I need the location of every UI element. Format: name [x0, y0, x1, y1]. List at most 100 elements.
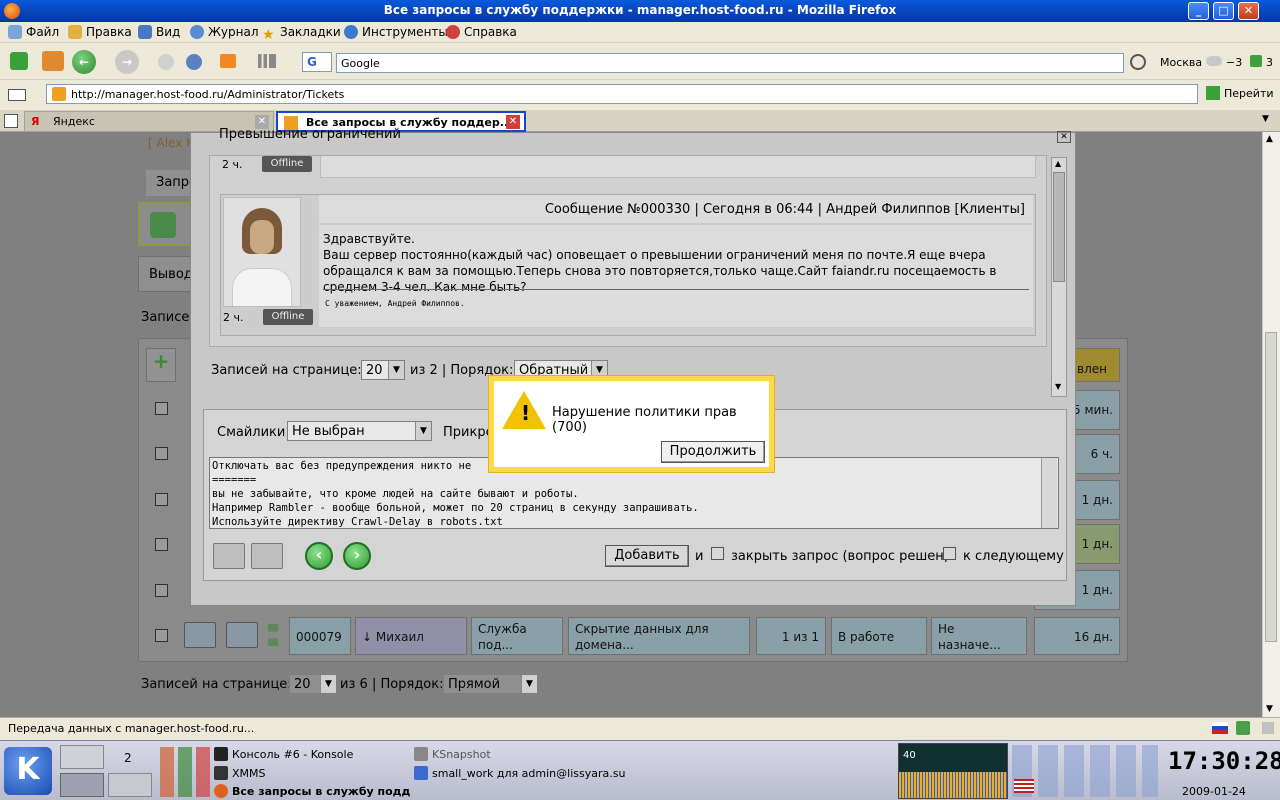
bg-user-link[interactable]: [ Alex K	[148, 136, 194, 150]
messages-scrollbar[interactable]: ▲ ▼	[1051, 157, 1067, 397]
info-icon[interactable]	[184, 622, 216, 648]
tools-icon	[344, 25, 358, 39]
row-checkbox[interactable]	[155, 402, 168, 415]
add-icon[interactable]	[150, 212, 176, 238]
prev-arrow-icon[interactable]: ‹	[305, 542, 333, 570]
taskbar: K 2 Консоль #6 - Konsole XMMS Все запрос…	[0, 740, 1280, 800]
scroll-up-icon[interactable]: ▲	[1266, 134, 1273, 144]
reply-scrollbar[interactable]	[1041, 458, 1057, 528]
show-desktop-icon[interactable]	[60, 745, 104, 769]
rss-icon[interactable]	[220, 54, 236, 68]
task-firefox[interactable]: Все запросы в службу подде	[214, 784, 410, 798]
view-icon	[138, 25, 152, 39]
avatar-face	[250, 220, 274, 254]
firefox-launcher[interactable]	[60, 773, 104, 797]
reload-icon[interactable]	[10, 52, 28, 70]
chat-icon[interactable]	[186, 54, 202, 70]
go-button[interactable]: Перейти	[1206, 86, 1274, 100]
scroll-down-icon[interactable]: ▼	[1266, 704, 1273, 714]
row-checkbox[interactable]	[155, 493, 168, 506]
ticket-age: 16 дн.	[1034, 617, 1120, 655]
smileys-label: Смайлики	[217, 425, 286, 440]
close-button[interactable]: ✕	[1238, 2, 1259, 20]
tab-bar: Я Яндекс ✕ Все запросы в службу поддер..…	[0, 110, 1280, 132]
desktop-pager[interactable]: 2	[124, 751, 132, 765]
ticket-department: Служба под...	[471, 617, 563, 655]
task-ksnapshot[interactable]: KSnapshot	[414, 747, 491, 761]
page-scrollbar[interactable]: ▲ ▼	[1262, 132, 1280, 717]
scroll-up-icon[interactable]: ▲	[1055, 159, 1061, 168]
template-icon[interactable]	[251, 543, 283, 569]
ticket-dialog: Превышение ограничений ✕ 2 ч. Offline Со…	[190, 127, 1076, 606]
url-field[interactable]: http://manager.host-food.ru/Administrato…	[46, 84, 1198, 104]
mail-icon[interactable]	[8, 89, 26, 101]
menu-bar: Файл Правка Вид Журнал ★ Закладки Инструм…	[0, 22, 1280, 43]
scroll-down-icon[interactable]: ▼	[1055, 382, 1061, 391]
menu-view[interactable]: Вид	[138, 25, 180, 39]
clock[interactable]: 17:30:28	[1168, 747, 1280, 775]
minimize-button[interactable]: _	[1188, 2, 1209, 20]
magnifier-icon[interactable]	[1130, 54, 1146, 70]
avatar	[223, 197, 301, 307]
task-mail[interactable]: small_work для admin@lissyara.su	[414, 766, 625, 780]
user-status: Offline	[262, 156, 312, 172]
bg-per-page-select[interactable]: 20 ▼	[289, 674, 337, 694]
window-title: Все запросы в службу поддержки - manager…	[383, 3, 897, 17]
forward-icon[interactable]: →	[115, 50, 139, 74]
task-konsole[interactable]: Консоль #6 - Konsole	[214, 747, 353, 761]
menu-bookmarks[interactable]: ★ Закладки	[262, 25, 341, 42]
us-flag-icon[interactable]	[1014, 779, 1034, 793]
menu-file[interactable]: Файл	[8, 25, 59, 39]
messages-panel: 2 ч. Offline Сообщение №000330 | Сегодня…	[209, 155, 1047, 347]
tab-list-icon[interactable]	[4, 114, 18, 128]
menu-history[interactable]: Журнал	[190, 25, 259, 39]
ticket-assignee: Не назначе...	[931, 617, 1027, 655]
addon-icon[interactable]	[1236, 721, 1250, 735]
smileys-select[interactable]: Не выбран ▼	[287, 421, 432, 441]
ticket-user[interactable]: ↓ Михаил	[355, 617, 467, 655]
menu-tools[interactable]: Инструменты	[344, 25, 448, 39]
dialog-per-page-select[interactable]: 20 ▼	[361, 360, 405, 380]
search-input[interactable]: Google	[336, 53, 1124, 73]
next-ticket-checkbox[interactable]	[943, 547, 956, 560]
search-engine-icon[interactable]: G	[302, 52, 332, 72]
next-arrow-icon[interactable]: ›	[343, 542, 371, 570]
ticket-subject[interactable]: Скрытие данных для домена...	[568, 617, 750, 655]
add-button[interactable]: Добавить	[605, 545, 689, 567]
scroll-thumb[interactable]	[1265, 332, 1277, 642]
menu-edit[interactable]: Правка	[68, 25, 132, 39]
bg-add-icon[interactable]: +	[146, 348, 176, 382]
status-bar: Передача данных с manager.host-food.ru..…	[0, 717, 1280, 739]
help-icon	[446, 25, 460, 39]
window-icon[interactable]	[226, 622, 258, 648]
firefox-icon	[214, 784, 228, 798]
dialog-close-icon[interactable]: ✕	[1057, 131, 1071, 143]
menu-help[interactable]: Справка	[446, 25, 517, 39]
maximize-button[interactable]: □	[1213, 2, 1234, 20]
row-checkbox[interactable]	[155, 447, 168, 460]
message-body	[320, 156, 1036, 178]
tab-scroll-icon[interactable]: ▼	[1262, 114, 1269, 124]
tab-close-icon[interactable]: ✕	[506, 115, 520, 129]
xmms-icon	[214, 766, 228, 780]
close-ticket-checkbox[interactable]	[711, 547, 724, 560]
ticket-id[interactable]: 000079	[289, 617, 351, 655]
stop-icon[interactable]	[158, 54, 174, 70]
row-checkbox[interactable]	[155, 584, 168, 597]
message-time: 2 ч.	[222, 158, 243, 171]
bg-order-select[interactable]: Прямой ▼	[443, 674, 538, 694]
row-checkbox[interactable]	[155, 629, 168, 642]
format-icon[interactable]	[213, 543, 245, 569]
home-icon[interactable]	[42, 51, 64, 71]
cpu-graph: 40 0	[898, 743, 1008, 799]
resize-grip-icon[interactable]	[1262, 722, 1274, 734]
task-xmms[interactable]: XMMS	[214, 766, 266, 780]
scroll-thumb[interactable]	[1053, 172, 1065, 282]
back-icon[interactable]: ←	[72, 50, 96, 74]
continue-button[interactable]: Продолжить	[661, 441, 765, 463]
bg-filter[interactable]: Вывод	[138, 256, 198, 292]
kde-menu-button[interactable]: K	[4, 747, 52, 795]
terminal-launcher[interactable]	[108, 773, 152, 797]
row-checkbox[interactable]	[155, 538, 168, 551]
dialog-title: Превышение ограничений	[219, 127, 401, 142]
